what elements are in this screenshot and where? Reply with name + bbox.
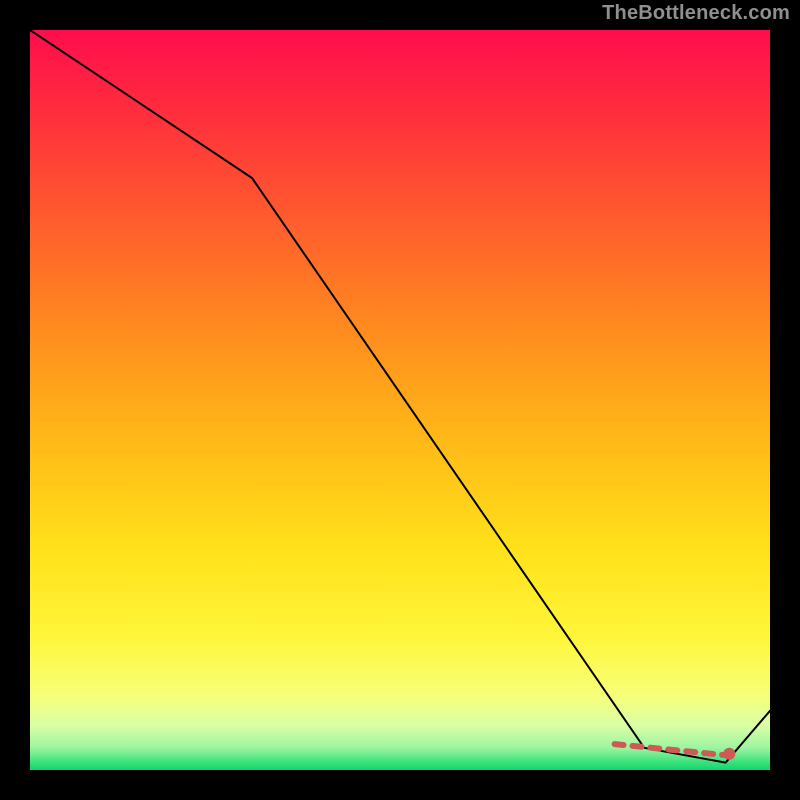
highlight-point xyxy=(723,748,735,760)
plot-area xyxy=(30,30,770,770)
highlight-dashed-segment xyxy=(615,744,726,755)
chart-overlay xyxy=(30,30,770,770)
attribution-label: TheBottleneck.com xyxy=(602,2,790,25)
series-curve xyxy=(30,30,770,763)
series-layer xyxy=(30,30,770,763)
chart-frame: TheBottleneck.com xyxy=(0,0,800,800)
annotation-layer xyxy=(615,744,736,760)
